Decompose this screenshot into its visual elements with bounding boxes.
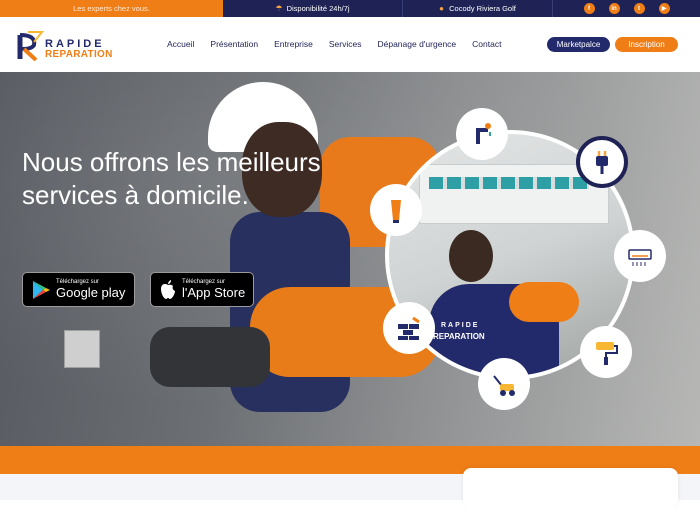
linkedin-icon[interactable]: in <box>608 3 620 14</box>
app-store-big-text: l'App Store <box>182 285 246 300</box>
top-info-bar: Les experts chez vous. ☂ Disponibilité 2… <box>0 0 700 17</box>
nav-contact[interactable]: Contact <box>472 39 501 49</box>
nav-entreprise[interactable]: Entreprise <box>274 39 313 49</box>
tagline: Les experts chez vous. <box>0 0 223 17</box>
hero-headline: Nous offrons les meilleurs services à do… <box>22 147 321 210</box>
lawn-mower-icon <box>478 358 530 410</box>
availability-info: ☂ Disponibilité 24h/7j <box>223 0 403 17</box>
main-nav: Accueil Présentation Entreprise Services… <box>167 39 501 49</box>
apple-icon <box>161 279 175 299</box>
brand-logo[interactable]: RAPIDE REPARATION <box>14 27 126 63</box>
info-card <box>463 468 678 508</box>
worker-boots <box>150 327 270 387</box>
signup-button[interactable]: Inscription <box>615 37 678 52</box>
youtube-icon[interactable]: ▶ <box>658 3 670 14</box>
facebook-icon[interactable]: f <box>583 3 595 14</box>
nav-depannage-urgence[interactable]: Dépanage d'urgence <box>377 39 456 49</box>
location-text: Cocody Riviera Golf <box>449 4 516 13</box>
electrical-box <box>64 330 100 368</box>
twitter-icon[interactable]: t <box>633 3 645 14</box>
vest-logo-line1: RAPIDE <box>441 322 480 329</box>
logo-mark-icon <box>17 31 45 61</box>
plug-icon <box>576 136 628 188</box>
contact-info-strip: ☂ Disponibilité 24h/7j ● Cocody Riviera … <box>223 0 700 17</box>
hero-section: Nous offrons les meilleurs services à do… <box>0 72 700 446</box>
nav-services[interactable]: Services <box>329 39 362 49</box>
app-store-button[interactable]: Téléchargez sur l'App Store <box>150 272 254 307</box>
location-info: ● Cocody Riviera Golf <box>403 0 553 17</box>
google-play-big-text: Google play <box>56 285 126 300</box>
paint-roller-icon <box>580 326 632 378</box>
google-play-button[interactable]: Téléchargez sur Google play <box>22 272 135 307</box>
bricks-icon <box>383 302 435 354</box>
hero-worker-image <box>200 82 440 446</box>
social-links: f in t ▶ <box>553 3 700 14</box>
availability-text: Disponibilité 24h/7j <box>286 4 350 13</box>
site-header: RAPIDE REPARATION Accueil Présentation E… <box>0 17 700 72</box>
nav-presentation[interactable]: Présentation <box>210 39 258 49</box>
brand-word-reparation: REPARATION <box>45 49 113 60</box>
marketplace-button[interactable]: Marketpalce <box>547 37 610 52</box>
clock-icon: ☂ <box>275 4 283 13</box>
plumbing-icon <box>456 108 508 160</box>
nav-accueil[interactable]: Accueil <box>167 39 194 49</box>
vest-logo-line2: REPARATION <box>433 332 485 341</box>
air-conditioner-icon <box>614 230 666 282</box>
google-play-icon <box>33 280 50 299</box>
saw-icon <box>370 184 422 236</box>
location-pin-icon: ● <box>439 3 444 13</box>
